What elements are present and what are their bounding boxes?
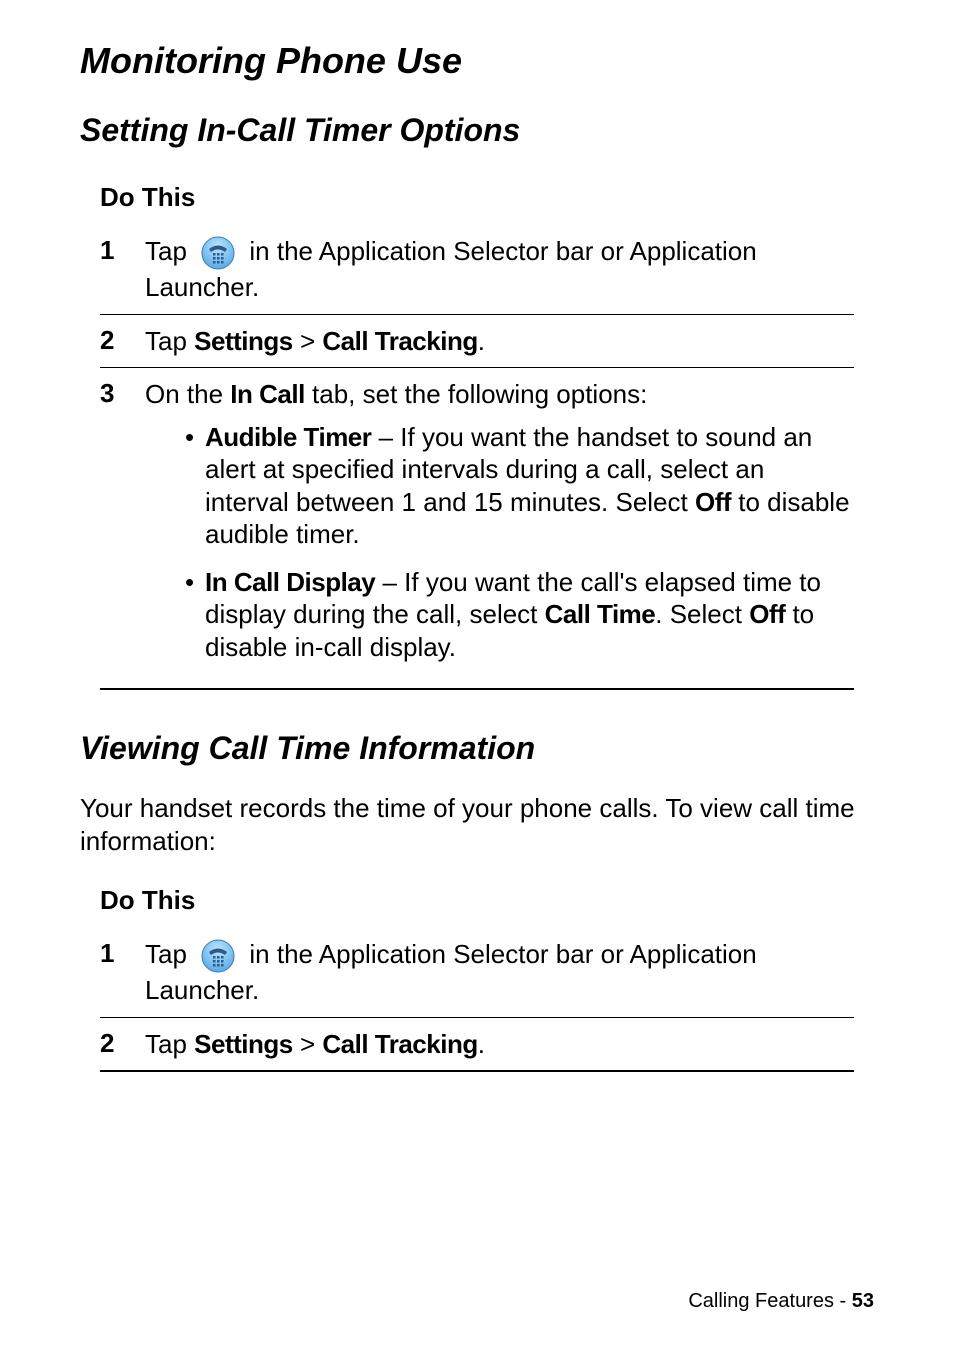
step-text: Tap <box>145 1029 194 1059</box>
step-text-pre: Tap <box>145 236 194 266</box>
option-label-audible-timer: Audible Timer <box>205 422 371 452</box>
step-number: 2 <box>100 1028 145 1059</box>
step-row-2: 2 Tap Settings > Call Tracking. <box>100 314 854 368</box>
separator: > <box>293 326 323 356</box>
option-value-off: Off <box>695 487 731 517</box>
step-text-post: in the Application Selector bar or Appli… <box>145 236 757 302</box>
step-text: On the <box>145 379 230 409</box>
option-value-off: Off <box>749 599 785 629</box>
bullet-text: Audible Timer – If you want the handset … <box>205 421 854 551</box>
bullet-text: In Call Display – If you want the call's… <box>205 566 854 664</box>
period: . <box>478 1029 485 1059</box>
footer-section: Calling Features - <box>688 1290 851 1312</box>
step-row-2: 2 Tap Settings > Call Tracking. <box>100 1017 854 1073</box>
step-number: 2 <box>100 325 145 356</box>
table-header: Do This <box>100 174 854 225</box>
step-content: Tap <box>145 938 854 1007</box>
step-content: Tap <box>145 235 854 304</box>
step-text-post: in the Application Selector bar or Appli… <box>145 939 757 1005</box>
step-text: Tap <box>145 326 194 356</box>
phone-dial-icon <box>200 938 236 974</box>
instruction-table-2: Do This 1 Tap <box>100 877 854 1072</box>
bullet-dot: • <box>185 421 205 551</box>
bullet-dot: • <box>185 566 205 664</box>
bullet-item: • Audible Timer – If you want the handse… <box>145 421 854 551</box>
page-title: Monitoring Phone Use <box>80 40 874 82</box>
step-row-1: 1 Tap <box>100 225 854 314</box>
option-desc: . Select <box>655 599 749 629</box>
menu-label-call-tracking: Call Tracking <box>322 1029 477 1059</box>
step-content: Tap Settings > Call Tracking. <box>145 1028 854 1061</box>
menu-label-settings: Settings <box>194 1029 293 1059</box>
page-number: 53 <box>852 1290 874 1312</box>
section-heading-call-time-info: Viewing Call Time Information <box>80 730 874 767</box>
step-row-1: 1 Tap <box>100 928 854 1017</box>
phone-dial-icon <box>200 235 236 271</box>
bullet-item: • In Call Display – If you want the call… <box>145 566 854 664</box>
option-label-in-call-display: In Call Display <box>205 567 375 597</box>
step-number: 1 <box>100 938 145 969</box>
section-heading-timer-options: Setting In-Call Timer Options <box>80 112 874 149</box>
intro-paragraph: Your handset records the time of your ph… <box>80 792 874 857</box>
step-number: 1 <box>100 235 145 266</box>
menu-label-settings: Settings <box>194 326 293 356</box>
step-row-3: 3 On the In Call tab, set the following … <box>100 367 854 690</box>
step-text: tab, set the following options: <box>305 379 648 409</box>
menu-label-call-tracking: Call Tracking <box>322 326 477 356</box>
option-value-call-time: Call Time <box>545 599 656 629</box>
step-content: Tap Settings > Call Tracking. <box>145 325 854 358</box>
separator: > <box>293 1029 323 1059</box>
instruction-table-1: Do This 1 Tap <box>100 174 854 690</box>
tab-label-in-call: In Call <box>230 379 305 409</box>
step-content: On the In Call tab, set the following op… <box>145 378 854 678</box>
step-number: 3 <box>100 378 145 409</box>
period: . <box>478 326 485 356</box>
page-footer: Calling Features - 53 <box>688 1290 874 1313</box>
bullet-list: • Audible Timer – If you want the handse… <box>145 421 854 664</box>
table-header: Do This <box>100 877 854 928</box>
step-text-pre: Tap <box>145 939 194 969</box>
